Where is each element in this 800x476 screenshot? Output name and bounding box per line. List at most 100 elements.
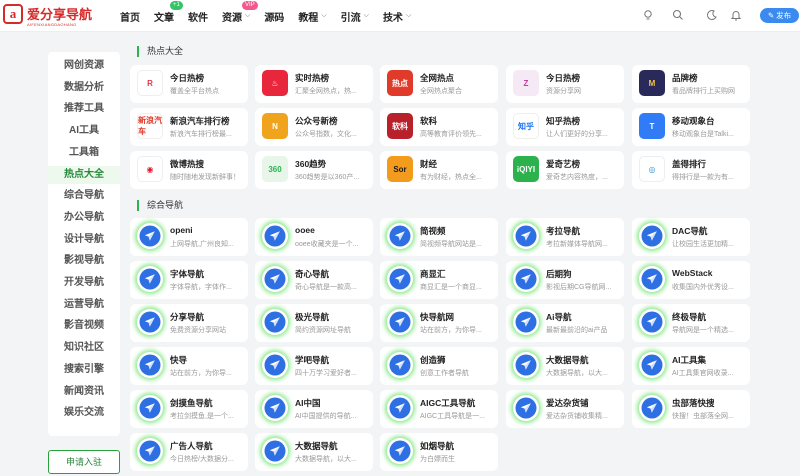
site-card[interactable]: 软科 软科 高等教育评价领先... <box>380 108 498 146</box>
paper-plane-icon <box>387 438 413 464</box>
sidebar-item[interactable]: 运营导航 <box>48 296 120 314</box>
site-card[interactable]: M 品牌榜 看品牌排行上买购网 <box>632 65 750 103</box>
360-logo-icon: 360 <box>262 156 288 182</box>
paper-plane-icon <box>137 438 163 464</box>
site-card[interactable]: Ai导航 最新最前沿的ai产品 <box>506 304 624 342</box>
sidebar-item[interactable]: 网创资源 <box>48 57 120 75</box>
sidebar-item[interactable]: 影音视频 <box>48 317 120 335</box>
site-card[interactable]: 创造狮 创意工作者导航 <box>380 347 498 385</box>
site-card[interactable]: ♨ 实时热榜 汇聚全网热点，热... <box>255 65 373 103</box>
jinri2-logo-icon: Z <box>513 70 539 96</box>
apply-join-button[interactable]: 申请入驻 <box>48 450 120 474</box>
sidebar-item[interactable]: 综合导航 <box>48 187 120 205</box>
paper-plane-icon <box>387 223 413 249</box>
site-card[interactable]: Sor 财经 有为财经，热点全... <box>380 151 498 189</box>
sidebar-item[interactable]: AI工具 <box>48 122 120 140</box>
bell-icon[interactable] <box>729 9 743 23</box>
moon-icon[interactable] <box>705 9 719 23</box>
site-card[interactable]: 极光导航 简约资源网址导航 <box>255 304 373 342</box>
site-card[interactable]: R 今日热榜 覆盖全平台热点 <box>130 65 248 103</box>
site-card[interactable]: AI中国 AI中国提供的导航... <box>255 390 373 428</box>
site-card[interactable]: ◎ 盖得排行 得排行是一款为有... <box>632 151 750 189</box>
nav-item[interactable]: 资源 VIP ⌵ <box>222 0 258 24</box>
site-card[interactable]: 快导 站在前方，为你导... <box>130 347 248 385</box>
sidebar-item[interactable]: 设计导航 <box>48 231 120 249</box>
site-card-desc: 免费资源分享网站 <box>170 327 226 334</box>
nav-item-label: 首页 <box>120 12 140 24</box>
site-card[interactable]: AI工具集 AI工具集官网收录... <box>632 347 750 385</box>
site-card-desc: 快搜！虫部落全网... <box>672 413 734 420</box>
nav-item-label: 教程 <box>298 12 319 24</box>
site-card[interactable]: 知乎 知乎热榜 让人们更好的分享... <box>506 108 624 146</box>
site-card[interactable]: 后期狗 影视后期CG导航网... <box>506 261 624 299</box>
site-card[interactable]: iQIYI 爱奇艺榜 爱奇艺内容热度，... <box>506 151 624 189</box>
site-card[interactable]: ◉ 微博热搜 随时随地发现新鲜事！ <box>130 151 248 189</box>
site-card-desc: 大数据导航，以大... <box>546 370 608 377</box>
site-card[interactable]: AIGC工具导航 AIGC工具导航是一... <box>380 390 498 428</box>
sidebar-item[interactable]: 知识社区 <box>48 339 120 357</box>
site-card-desc: 站在前方，为你导... <box>420 327 482 334</box>
site-card[interactable]: 爱达杂货铺 爱达杂货铺收集精... <box>506 390 624 428</box>
site-card[interactable]: WebStack 收集国内外优秀设... <box>632 261 750 299</box>
nav-item[interactable]: 技术 ⌵ <box>383 9 411 24</box>
site-card-title: 广告人导航 <box>170 441 213 451</box>
bulb-icon[interactable] <box>641 9 655 23</box>
site-card[interactable]: 快导航网 站在前方，为你导... <box>380 304 498 342</box>
site-card-desc: 四十万学习爱好者... <box>295 370 357 377</box>
sidebar-item[interactable]: 娱乐交流 <box>48 404 120 422</box>
sidebar-item[interactable]: 新闻资讯 <box>48 383 120 401</box>
paper-plane-icon <box>513 266 539 292</box>
nav-item[interactable]: 文章 +1 <box>154 0 183 24</box>
site-card[interactable]: 广告人导航 今日热榜/大数据分... <box>130 433 248 471</box>
site-card[interactable]: 终极导航 导航网是一个精选... <box>632 304 750 342</box>
site-card[interactable]: ooee ooee收藏夹是一个... <box>255 218 373 256</box>
site-card-desc: 让校园生活更加精... <box>672 241 734 248</box>
category-sidebar: 网创资源数据分析推荐工具 AI工具工具箱热点大全综合导航办公导航设计导航影视导航开… <box>48 52 120 436</box>
site-card[interactable]: openi 上网导航,广州良知... <box>130 218 248 256</box>
site-card[interactable]: 360 360趋势 360趋势是以360产... <box>255 151 373 189</box>
sidebar-item[interactable]: 推荐工具 <box>48 100 120 118</box>
site-logo[interactable]: a 爱分享导航 AIFENXIANGDAOHANG <box>3 4 92 27</box>
nav-item[interactable]: 软件 <box>188 9 208 24</box>
site-card[interactable]: 虫部落快搜 快搜！虫部落全网... <box>632 390 750 428</box>
site-card[interactable]: 大数据导航 大数据导航，以大... <box>506 347 624 385</box>
site-card[interactable]: 大数据导航 大数据导航，以大... <box>255 433 373 471</box>
paper-plane-icon <box>513 352 539 378</box>
sidebar-item[interactable]: 工具箱 <box>48 144 120 162</box>
nav-item-label: 引流 <box>340 12 361 24</box>
site-card[interactable]: 剑摸鱼导航 考拉剑摸鱼,是一个... <box>130 390 248 428</box>
site-card[interactable]: T 移动观象台 移动观象台是Talki... <box>632 108 750 146</box>
site-card[interactable]: 学吧导航 四十万学习爱好者... <box>255 347 373 385</box>
site-card[interactable]: 字体导航 字体导航，字体作... <box>130 261 248 299</box>
site-card[interactable]: 新浪汽车 新浪汽车排行榜 新浪汽车排行榜最... <box>130 108 248 146</box>
nav-item[interactable]: 教程 ⌵ <box>298 9 326 24</box>
sidebar-item[interactable]: 搜索引擎 <box>48 361 120 379</box>
site-card-desc: 影视后期CG导航网... <box>546 284 612 291</box>
site-card[interactable]: 简视频 简视频导航网站是... <box>380 218 498 256</box>
site-card[interactable]: DAC导航 让校园生活更加精... <box>632 218 750 256</box>
sidebar-item[interactable]: 开发导航 <box>48 274 120 292</box>
site-card-title: 新浪汽车排行榜 <box>170 116 230 126</box>
site-card[interactable]: N 公众号新榜 公众号指数，文化... <box>255 108 373 146</box>
site-card[interactable]: 分享导航 免费资源分享网站 <box>130 304 248 342</box>
sidebar-item[interactable]: 热点大全 <box>48 165 120 184</box>
sidebar-item[interactable]: 影视导航 <box>48 252 120 270</box>
nav-item[interactable]: 首页 <box>120 9 140 24</box>
publish-button[interactable]: ✎ 发布 <box>760 8 799 23</box>
site-card[interactable]: Z 今日热榜 资源分享网 <box>506 65 624 103</box>
sidebar-item[interactable]: 办公导航 <box>48 209 120 227</box>
sidebar-item[interactable]: 数据分析 <box>48 79 120 97</box>
site-card-desc: AIGC工具导航是一... <box>420 413 485 420</box>
chevron-down-icon: ⌵ <box>245 12 251 19</box>
search-icon[interactable] <box>671 9 685 23</box>
nav-item[interactable]: 源码 <box>264 9 284 24</box>
site-card-title: 剑摸鱼导航 <box>170 398 213 408</box>
site-card[interactable]: 热点 全网热点 全网热点聚合 <box>380 65 498 103</box>
site-card[interactable]: 考拉导航 考拉新媒体导航网... <box>506 218 624 256</box>
site-card[interactable]: 如烟导航 为白嫖而生 <box>380 433 498 471</box>
nav-item[interactable]: 引流 ⌵ <box>341 9 369 24</box>
site-card[interactable]: 奇心导航 奇心导航是一款高... <box>255 261 373 299</box>
nav-item-label: 资源 <box>222 12 242 24</box>
paper-plane-icon <box>137 223 163 249</box>
site-card[interactable]: 商显汇 商显汇是一个商显... <box>380 261 498 299</box>
